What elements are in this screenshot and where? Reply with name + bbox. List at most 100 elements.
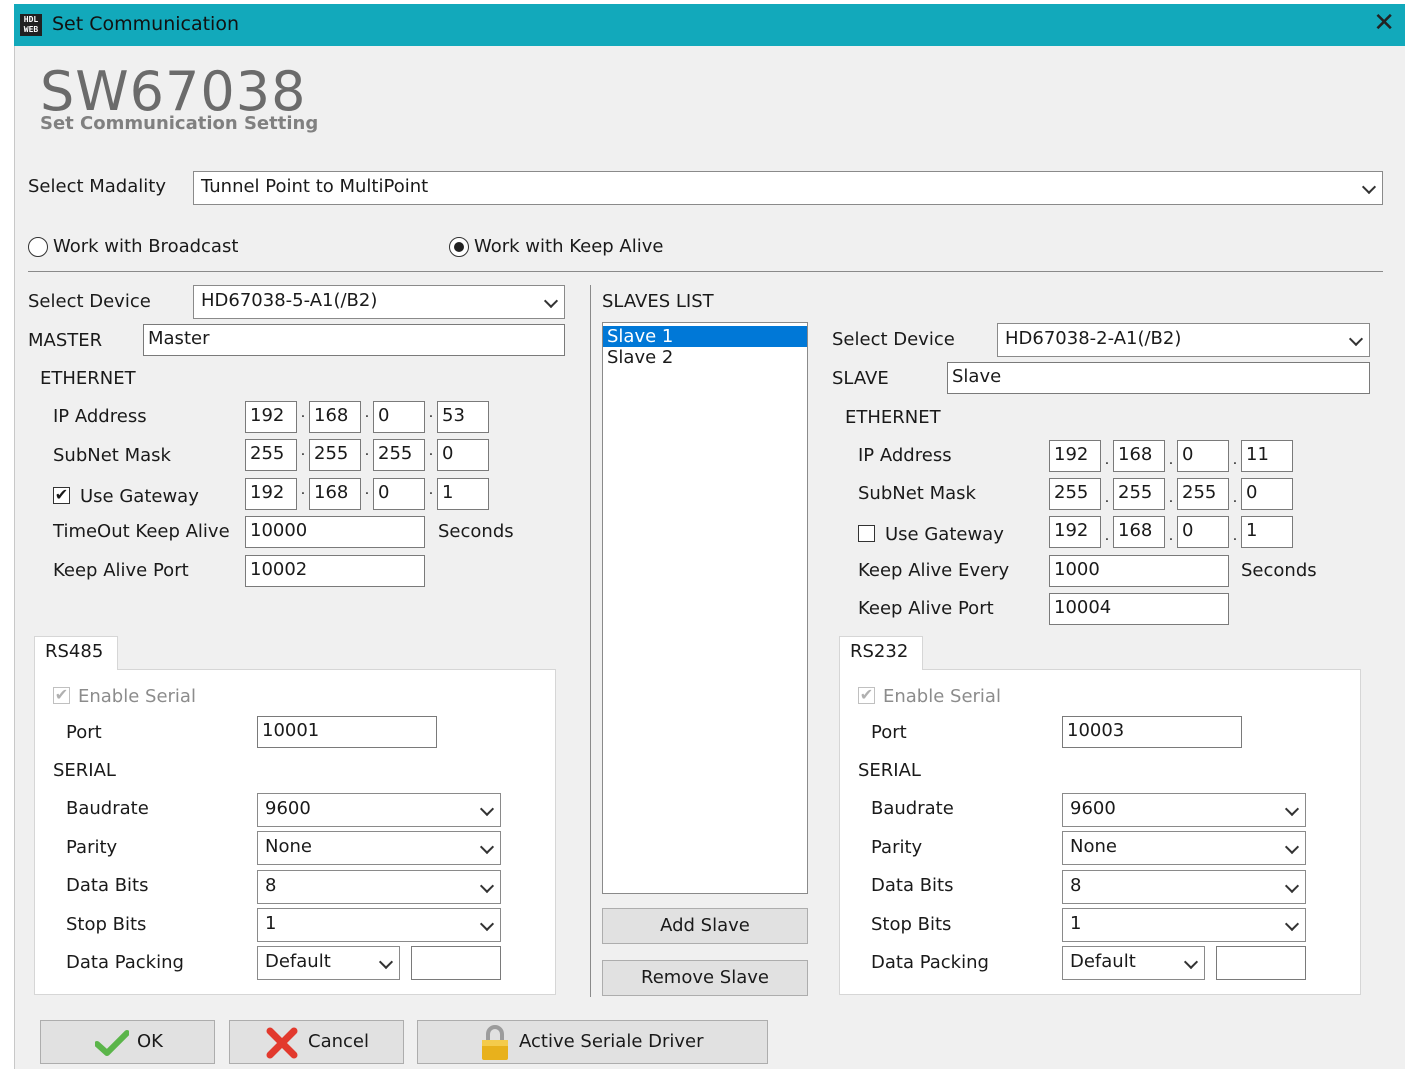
modality-value: Tunnel Point to MultiPoint xyxy=(201,176,429,197)
slave-gateway-octet-2[interactable]: 168 xyxy=(1113,516,1165,548)
chevron-down-icon xyxy=(1284,801,1300,817)
slave-datapacking-extra-input[interactable] xyxy=(1216,946,1306,980)
master-ip-octet-1[interactable]: 192 xyxy=(245,401,297,433)
ip-dot: . xyxy=(1104,528,1110,544)
master-datapacking-extra-input[interactable] xyxy=(411,946,501,980)
slaves-list-item[interactable]: Slave 2 xyxy=(603,347,807,368)
master-stopbits-value: 1 xyxy=(265,913,277,934)
slaves-list-item[interactable]: Slave 1 xyxy=(603,326,807,347)
master-datapacking-select[interactable]: Default xyxy=(257,946,400,980)
slave-gateway-octet-1[interactable]: 192 xyxy=(1049,516,1101,548)
add-slave-button[interactable]: Add Slave xyxy=(602,908,808,944)
master-stopbits-label: Stop Bits xyxy=(66,914,147,935)
chevron-down-icon xyxy=(1284,839,1300,855)
master-ip-octet-3[interactable]: 0 xyxy=(373,401,425,433)
active-driver-label: Active Seriale Driver xyxy=(519,1031,704,1052)
master-stopbits-select[interactable]: 1 xyxy=(257,908,501,942)
modality-select[interactable]: Tunnel Point to MultiPoint xyxy=(193,171,1383,205)
slave-port-label: Port xyxy=(871,722,907,743)
slave-subnet-octet-1[interactable]: 255 xyxy=(1049,478,1101,510)
slaves-list-label: SLAVES LIST xyxy=(602,291,714,312)
master-keepalive-port-input[interactable]: 10002 xyxy=(245,555,425,587)
master-subnet-octet-4[interactable]: 0 xyxy=(437,439,489,471)
slave-ip-octet-4[interactable]: 11 xyxy=(1241,440,1293,472)
master-port-input[interactable]: 10001 xyxy=(257,716,437,748)
chevron-down-icon xyxy=(1348,331,1364,347)
chevron-down-icon xyxy=(479,801,495,817)
app-icon: HDL WEB xyxy=(20,14,42,36)
master-serial-tab[interactable]: RS485 xyxy=(34,636,118,670)
slave-keepalive-port-input[interactable]: 10004 xyxy=(1049,593,1229,625)
slave-baudrate-value: 9600 xyxy=(1070,798,1116,819)
slave-port-input[interactable]: 10003 xyxy=(1062,716,1242,748)
chevron-down-icon xyxy=(1183,954,1199,970)
slave-enable-serial-label: Enable Serial xyxy=(883,686,1001,707)
slave-subnet-octet-2[interactable]: 255 xyxy=(1113,478,1165,510)
slaves-listbox[interactable]: Slave 1 Slave 2 xyxy=(602,322,808,894)
window-title: Set Communication xyxy=(52,13,239,35)
master-baudrate-value: 9600 xyxy=(265,798,311,819)
master-gateway-octet-4[interactable]: 1 xyxy=(437,478,489,510)
master-ip-octet-4[interactable]: 53 xyxy=(437,401,489,433)
master-gateway-label: Use Gateway xyxy=(80,486,199,507)
broadcast-radio[interactable] xyxy=(28,237,48,257)
slave-datapacking-select[interactable]: Default xyxy=(1062,946,1205,980)
slave-keepalive-every-input[interactable]: 1000 xyxy=(1049,555,1229,587)
keepalive-radio[interactable] xyxy=(449,237,469,257)
slave-baudrate-select[interactable]: 9600 xyxy=(1062,793,1306,827)
slave-ip-octet-3[interactable]: 0 xyxy=(1177,440,1229,472)
slave-ethernet-label: ETHERNET xyxy=(845,407,941,428)
slave-gateway-octet-4[interactable]: 1 xyxy=(1241,516,1293,548)
slave-keepalive-port-label: Keep Alive Port xyxy=(858,598,994,619)
ip-dot: · xyxy=(300,447,306,463)
master-keepalive-port-label: Keep Alive Port xyxy=(53,560,189,581)
cancel-button[interactable]: Cancel xyxy=(229,1020,404,1064)
master-gateway-octet-3[interactable]: 0 xyxy=(373,478,425,510)
master-subnet-octet-2[interactable]: 255 xyxy=(309,439,361,471)
slave-databits-select[interactable]: 8 xyxy=(1062,870,1306,904)
master-subnet-octet-1[interactable]: 255 xyxy=(245,439,297,471)
slave-ip-octet-2[interactable]: 168 xyxy=(1113,440,1165,472)
master-timeout-input[interactable]: 10000 xyxy=(245,516,425,548)
slave-name-label: SLAVE xyxy=(832,368,889,389)
ip-dot: · xyxy=(364,447,370,463)
slave-name-input[interactable]: Slave xyxy=(947,362,1370,394)
slave-databits-value: 8 xyxy=(1070,875,1082,896)
master-baudrate-select[interactable]: 9600 xyxy=(257,793,501,827)
slave-device-select[interactable]: HD67038-2-A1(/B2) xyxy=(997,323,1370,357)
slave-ip-octet-1[interactable]: 192 xyxy=(1049,440,1101,472)
master-gateway-octet-1[interactable]: 192 xyxy=(245,478,297,510)
remove-slave-button[interactable]: Remove Slave xyxy=(602,960,808,996)
slave-subnet-octet-4[interactable]: 0 xyxy=(1241,478,1293,510)
chevron-down-icon xyxy=(1284,878,1300,894)
master-name-input[interactable]: Master xyxy=(143,324,565,356)
ip-dot: . xyxy=(1104,490,1110,506)
slave-gateway-octet-3[interactable]: 0 xyxy=(1177,516,1229,548)
master-gateway-checkbox[interactable]: ✔ xyxy=(53,487,70,504)
active-driver-button[interactable]: Active Seriale Driver xyxy=(417,1020,768,1064)
master-parity-select[interactable]: None xyxy=(257,831,501,865)
ok-button[interactable]: OK xyxy=(40,1020,215,1064)
broadcast-label: Work with Broadcast xyxy=(53,236,239,257)
slave-parity-label: Parity xyxy=(871,837,923,858)
master-gateway-octet-2[interactable]: 168 xyxy=(309,478,361,510)
slave-serial-tab[interactable]: RS232 xyxy=(839,636,923,670)
slave-serial-label: SERIAL xyxy=(858,760,921,781)
slave-keepalive-every-label: Keep Alive Every xyxy=(858,560,1010,581)
master-ip-octet-2[interactable]: 168 xyxy=(309,401,361,433)
master-databits-select[interactable]: 8 xyxy=(257,870,501,904)
master-ip-label: IP Address xyxy=(53,406,147,427)
master-datapacking-label: Data Packing xyxy=(66,952,184,973)
master-subnet-octet-3[interactable]: 255 xyxy=(373,439,425,471)
slave-stopbits-select[interactable]: 1 xyxy=(1062,908,1306,942)
master-device-select[interactable]: HD67038-5-A1(/B2) xyxy=(193,285,565,319)
slave-subnet-octet-3[interactable]: 255 xyxy=(1177,478,1229,510)
ip-dot: · xyxy=(364,486,370,502)
slave-parity-select[interactable]: None xyxy=(1062,831,1306,865)
slave-enable-serial-checkbox[interactable]: ✔ xyxy=(858,687,875,704)
slave-device-value: HD67038-2-A1(/B2) xyxy=(1005,328,1182,349)
ip-dot: . xyxy=(1168,452,1174,468)
slave-gateway-checkbox[interactable] xyxy=(858,525,875,542)
master-enable-serial-checkbox[interactable]: ✔ xyxy=(53,687,70,704)
close-icon[interactable]: ✕ xyxy=(1373,8,1395,38)
